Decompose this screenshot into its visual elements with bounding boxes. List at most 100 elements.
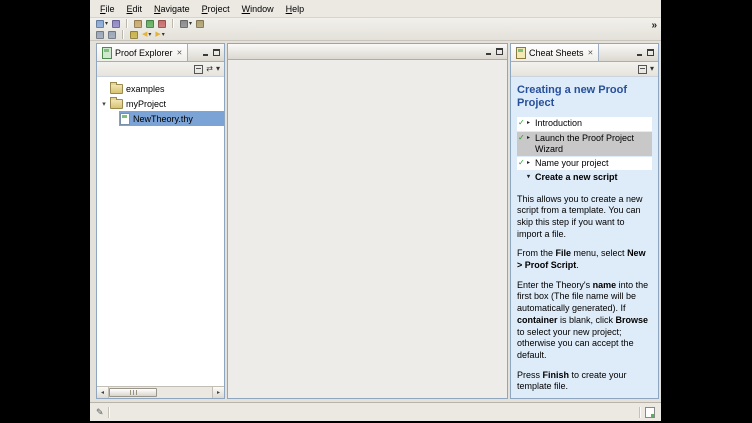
step-label: Introduction (535, 118, 651, 129)
step-introduction[interactable]: ✓▸Introduction (517, 117, 652, 130)
menu-project[interactable]: Project (196, 3, 236, 15)
dropdown-arrow-icon: ▾ (189, 20, 192, 28)
menu-window[interactable]: Window (236, 3, 280, 15)
explorer-toolbar: ⇄ ▾ (97, 62, 224, 77)
last-edit-icon (130, 31, 138, 39)
cheat-tabbar: Cheat Sheets ✕ (511, 44, 658, 62)
scroll-right-icon[interactable]: ▸ (212, 387, 224, 398)
view-menu-icon[interactable]: ▾ (650, 64, 654, 74)
run-checker-button[interactable] (145, 20, 155, 28)
prev-annotation-button[interactable] (107, 31, 117, 39)
cheat-paragraph-3: Enter the Theory's name into the first b… (517, 280, 652, 362)
step-arrow-icon[interactable]: ▾ (527, 172, 535, 182)
toolbar-row-1: ▾▾ (90, 18, 661, 29)
skip-link[interactable]: ↳ Click to Skip (517, 393, 652, 398)
save-button[interactable] (111, 20, 121, 28)
check-icon: ✓ (518, 118, 527, 128)
open-definition-button[interactable]: ▾ (179, 20, 193, 28)
step-launch-the-proof-project-wizard[interactable]: ✓▸Launch the Proof Project Wizard (517, 132, 652, 157)
tree-item-myproject[interactable]: ▾myProject (97, 96, 224, 111)
statusbar-separator (639, 407, 641, 418)
step-name-your-project[interactable]: ✓▸Name your project (517, 157, 652, 170)
cheat-paragraphs: This allows you to create a new script f… (517, 186, 652, 393)
minimize-icon[interactable] (636, 49, 643, 56)
step-label: Name your project (535, 158, 651, 169)
step-create-a-new-script[interactable]: ▾Create a new script (517, 171, 652, 184)
step-label: Create a new script (535, 172, 651, 183)
main-toolbar: ▾▾ ◀▾▶▾ » (90, 18, 661, 41)
tree-item-body: myProject (109, 96, 224, 111)
cheat-title: Creating a new Proof Project (517, 84, 652, 110)
tasks-button[interactable] (195, 20, 205, 28)
back-button[interactable]: ◀▾ (141, 31, 152, 39)
step-arrow-icon[interactable]: ▸ (527, 118, 535, 128)
menu-file[interactable]: File (94, 3, 121, 15)
close-icon[interactable]: ✕ (177, 49, 183, 57)
minimize-icon[interactable] (485, 48, 492, 55)
folder-icon (110, 84, 123, 94)
new-project-icon (134, 20, 142, 28)
proof-explorer-view: Proof Explorer ✕ ⇄ ▾ examples▾myProjectN… (96, 43, 225, 399)
step-arrow-icon[interactable]: ▸ (527, 158, 535, 168)
stop-button[interactable] (157, 20, 167, 28)
theory-icon (120, 113, 130, 125)
status-indicator-icon[interactable] (645, 407, 655, 418)
expand-arrow-icon[interactable]: ▾ (99, 100, 109, 108)
step-arrow-icon[interactable]: ▸ (527, 133, 535, 143)
dropdown-arrow-icon: ▾ (148, 31, 151, 39)
tab-label: Proof Explorer (115, 48, 173, 58)
workbench: Proof Explorer ✕ ⇄ ▾ examples▾myProjectN… (90, 41, 661, 402)
close-icon[interactable]: ✕ (588, 49, 594, 57)
scroll-left-icon[interactable]: ◂ (97, 387, 109, 398)
view-window-buttons (202, 44, 224, 61)
check-icon: ✓ (518, 158, 527, 168)
collapse-all-icon[interactable] (194, 65, 203, 74)
cheat-sheets-view: Cheat Sheets ✕ ▾ Creating a new Proof Pr… (510, 43, 659, 399)
back-icon: ◀ (142, 31, 147, 39)
scrollbar-thumb[interactable] (109, 388, 157, 397)
view-menu-icon[interactable]: ▾ (216, 64, 220, 74)
toolbar-row-2: ◀▾▶▾ (90, 29, 661, 40)
tab-cheat-sheets[interactable]: Cheat Sheets ✕ (511, 44, 599, 61)
editor-canvas[interactable] (228, 60, 507, 398)
cheat-paragraph-1: This allows you to create a new script f… (517, 194, 652, 241)
menu-navigate[interactable]: Navigate (148, 3, 196, 15)
minimize-icon[interactable] (202, 49, 209, 56)
maximize-icon[interactable] (647, 49, 654, 56)
tree-item-examples[interactable]: examples (97, 81, 224, 96)
statusbar-separator (108, 407, 110, 418)
toolbar-separator (126, 19, 128, 28)
collapse-all-icon[interactable] (638, 65, 647, 74)
cheat-steps: ✓▸Introduction✓▸Launch the Proof Project… (517, 117, 652, 185)
tree-item-body: examples (109, 81, 224, 96)
view-window-buttons (636, 44, 658, 61)
menu-help[interactable]: Help (280, 3, 311, 15)
next-annotation-button[interactable] (95, 31, 105, 39)
new-icon (96, 20, 104, 28)
editor-header (228, 44, 507, 60)
new-button[interactable]: ▾ (95, 20, 109, 28)
explorer-tabbar: Proof Explorer ✕ (97, 44, 224, 62)
menu-edit[interactable]: Edit (121, 3, 149, 15)
forward-button[interactable]: ▶▾ (154, 31, 165, 39)
maximize-icon[interactable] (496, 48, 503, 55)
proof-explorer-icon (102, 47, 112, 59)
status-bar: ✎ (90, 402, 661, 421)
screen: FileEditNavigateProjectWindowHelp ▾▾ ◀▾▶… (0, 0, 752, 423)
tree-item-label: examples (126, 84, 165, 94)
link-editor-icon[interactable]: ⇄ (206, 64, 213, 74)
toolbar-overflow-chevron[interactable]: » (651, 20, 657, 31)
cheat-sheets-icon (516, 47, 526, 59)
new-project-button[interactable] (133, 20, 143, 28)
cheat-toolbar: ▾ (511, 62, 658, 77)
tree-item-newtheory-thy[interactable]: NewTheory.thy (97, 111, 224, 126)
horizontal-scrollbar[interactable]: ◂ ▸ (97, 386, 224, 398)
last-edit-button[interactable] (129, 31, 139, 39)
check-icon: ✓ (518, 133, 527, 143)
tasks-icon (196, 20, 204, 28)
prev-annotation-icon (108, 31, 116, 39)
tab-proof-explorer[interactable]: Proof Explorer ✕ (97, 44, 188, 61)
maximize-icon[interactable] (213, 49, 220, 56)
stop-icon (158, 20, 166, 28)
tree-item-label: NewTheory.thy (133, 114, 193, 124)
